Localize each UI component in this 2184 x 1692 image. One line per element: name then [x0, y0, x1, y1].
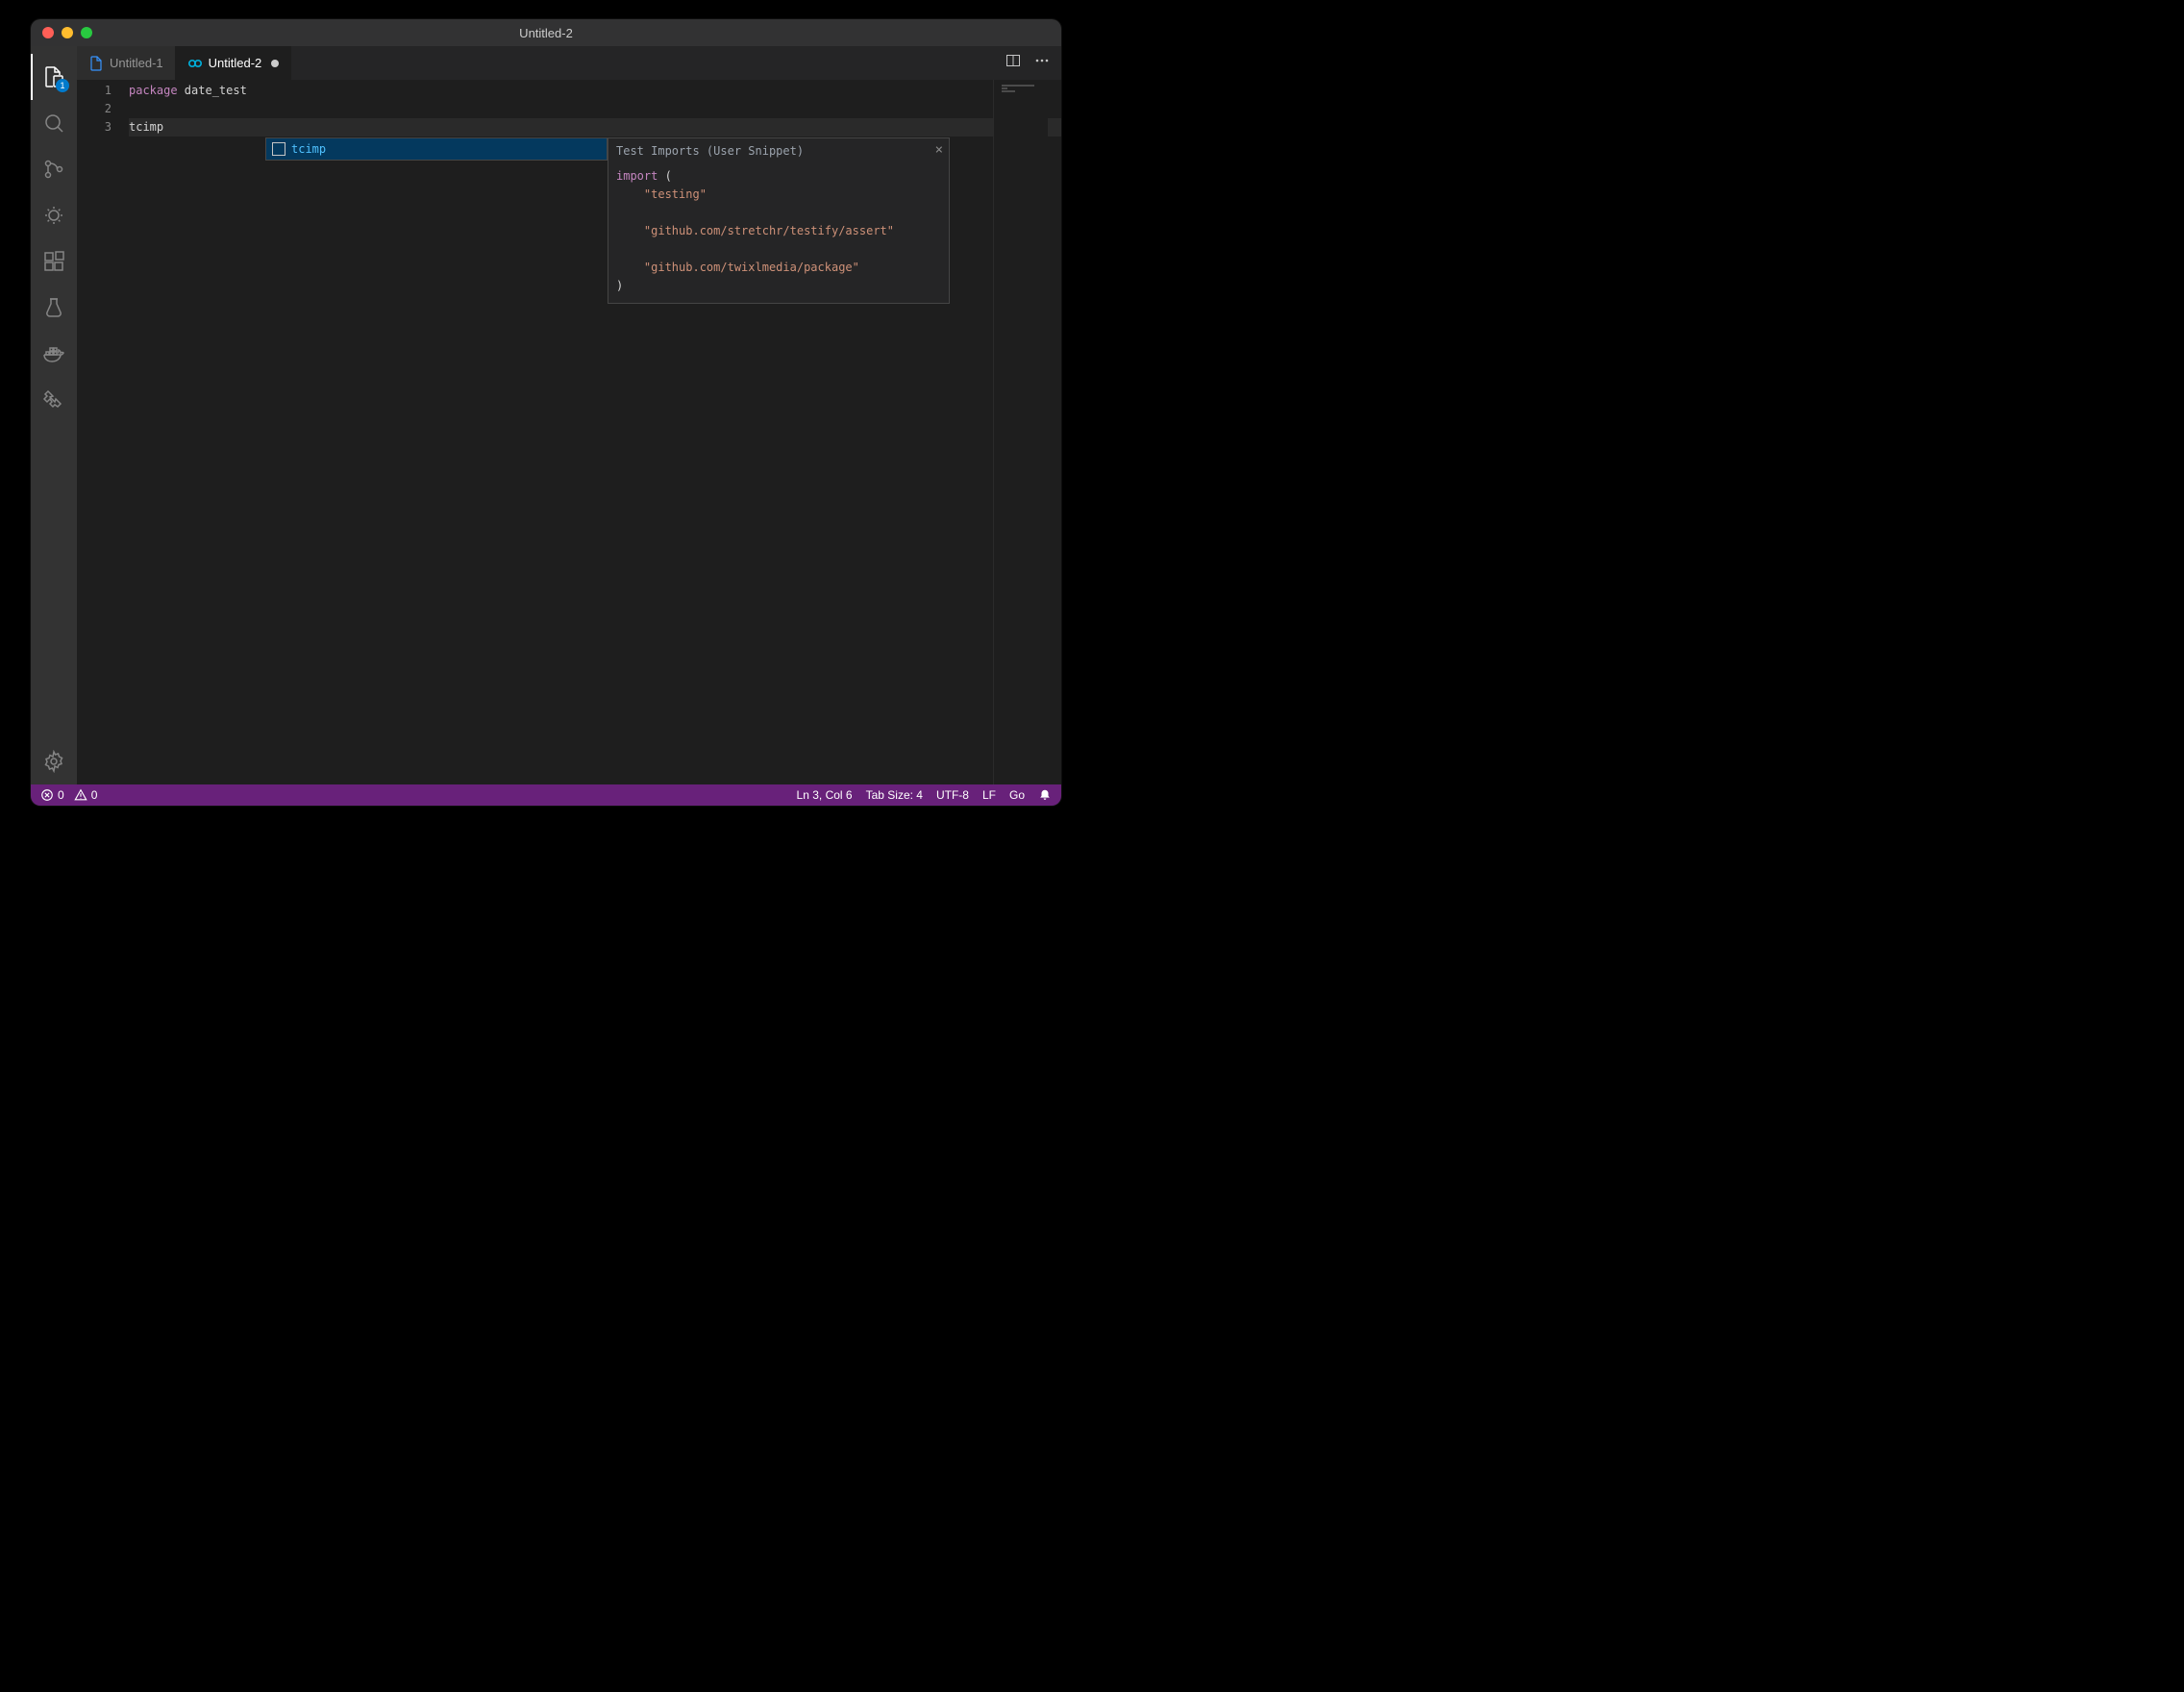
tab-label: Untitled-1: [110, 56, 163, 70]
window-close-button[interactable]: [42, 27, 54, 38]
activity-settings[interactable]: [31, 738, 77, 784]
status-cursor-position[interactable]: Ln 3, Col 6: [797, 788, 853, 802]
window-title: Untitled-2: [519, 26, 573, 40]
line-number: 1: [77, 82, 129, 100]
status-bar: 0 0 Ln 3, Col 6 Tab Size: 4 UTF-8 LF Go: [31, 784, 1061, 806]
status-encoding[interactable]: UTF-8: [936, 788, 969, 802]
editor-window: Untitled-2 1: [31, 19, 1061, 806]
close-icon[interactable]: ×: [935, 142, 943, 158]
status-errors[interactable]: 0: [40, 788, 64, 802]
activity-bar: 1: [31, 46, 77, 784]
tab-dirty-indicator: [271, 60, 279, 67]
details-code: import ( "testing" "github.com/stretchr/…: [616, 167, 941, 295]
activity-extensions[interactable]: [31, 238, 77, 285]
status-warnings[interactable]: 0: [74, 788, 98, 802]
tab-untitled-2[interactable]: Untitled-2: [176, 46, 292, 80]
main-area: Untitled-1 Untitled-2: [77, 46, 1061, 784]
split-editor-icon[interactable]: [1005, 53, 1021, 73]
window-maximize-button[interactable]: [81, 27, 92, 38]
minimap[interactable]: [994, 80, 1048, 784]
code-editor[interactable]: 1 2 3 package date_test tcimp tcimp: [77, 80, 1061, 784]
titlebar[interactable]: Untitled-2: [31, 19, 1061, 46]
line-number: 3: [77, 118, 129, 137]
activity-explorer[interactable]: 1: [31, 54, 77, 100]
tabs-actions: [994, 46, 1061, 80]
code-line: tcimp: [129, 118, 1061, 137]
line-number: 2: [77, 100, 129, 118]
tab-untitled-1[interactable]: Untitled-1: [77, 46, 176, 80]
status-tab-size[interactable]: Tab Size: 4: [866, 788, 923, 802]
code-area[interactable]: package date_test tcimp tcimp × Test Imp…: [129, 80, 1061, 784]
code-line: package date_test: [129, 82, 1061, 100]
activity-testing[interactable]: [31, 285, 77, 331]
activity-search[interactable]: [31, 100, 77, 146]
activity-debug[interactable]: [31, 192, 77, 238]
go-file-icon: [187, 56, 203, 71]
suggest-details: × Test Imports (User Snippet) import ( "…: [608, 137, 950, 304]
file-icon: [88, 56, 104, 71]
status-eol[interactable]: LF: [982, 788, 996, 802]
suggest-label: tcimp: [291, 142, 326, 156]
more-actions-icon[interactable]: [1034, 53, 1050, 73]
code-line: [129, 100, 1061, 118]
status-language[interactable]: Go: [1009, 788, 1025, 802]
snippet-icon: [272, 142, 285, 156]
activity-remote[interactable]: [31, 377, 77, 423]
activity-docker[interactable]: [31, 331, 77, 377]
tabs-bar: Untitled-1 Untitled-2: [77, 46, 1061, 80]
activity-source-control[interactable]: [31, 146, 77, 192]
suggest-item[interactable]: tcimp: [266, 138, 607, 160]
suggest-widget[interactable]: tcimp: [265, 137, 608, 161]
window-minimize-button[interactable]: [62, 27, 73, 38]
body-area: 1: [31, 46, 1061, 784]
explorer-badge: 1: [56, 79, 69, 92]
details-title: Test Imports (User Snippet): [616, 144, 941, 158]
traffic-lights: [31, 27, 92, 38]
gutter: 1 2 3: [77, 80, 129, 784]
status-notifications-icon[interactable]: [1038, 788, 1052, 802]
tab-label: Untitled-2: [209, 56, 262, 70]
